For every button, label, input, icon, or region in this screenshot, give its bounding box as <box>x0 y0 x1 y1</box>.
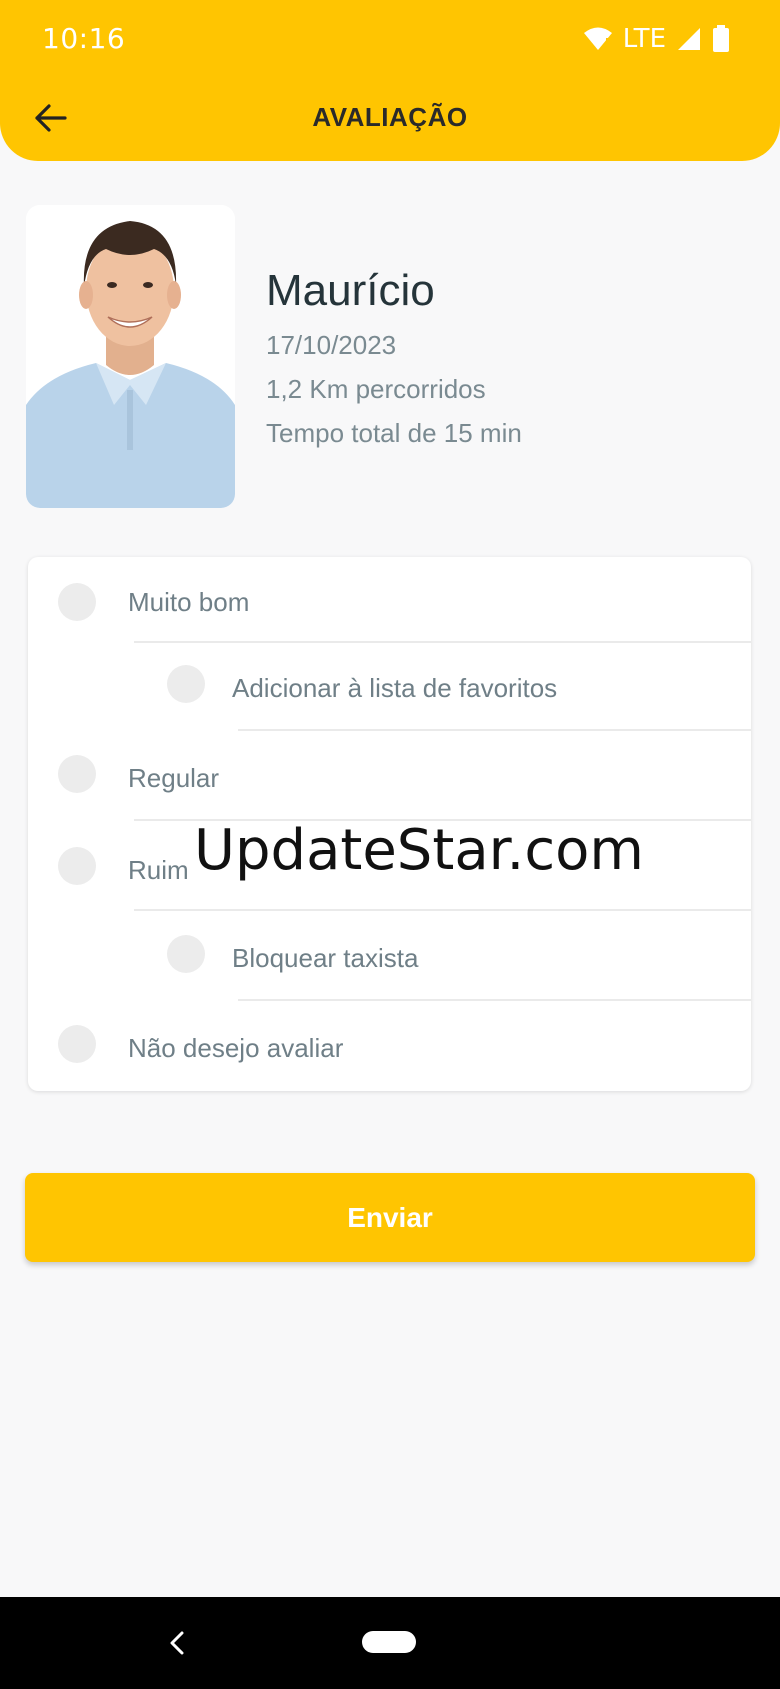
battery-icon <box>713 25 729 52</box>
radio-favoritos[interactable] <box>167 665 205 703</box>
submit-button[interactable]: Enviar <box>25 1173 755 1262</box>
radio-regular[interactable] <box>58 755 96 793</box>
divider <box>134 641 751 643</box>
radio-ruim[interactable] <box>58 847 96 885</box>
nav-back-button[interactable] <box>162 1623 192 1663</box>
option-label-nao-avaliar: Não desejo avaliar <box>128 1033 344 1063</box>
app-header: 10:16 LTE AVALIAÇÃO <box>0 0 780 161</box>
divider <box>134 909 751 911</box>
rating-screen: 10:16 LTE AVALIAÇÃO Maurício 17/10/2023 … <box>0 0 780 1689</box>
signal-icon <box>678 28 700 50</box>
option-label-muito-bom: Muito bom <box>128 587 250 617</box>
nav-home-pill[interactable] <box>362 1631 416 1653</box>
page-title: AVALIAÇÃO <box>312 102 468 132</box>
system-nav-bar <box>0 1597 780 1689</box>
option-favoritos[interactable]: Adicionar à lista de favoritos <box>28 657 751 717</box>
divider <box>238 729 751 731</box>
option-muito-bom[interactable]: Muito bom <box>28 573 751 633</box>
option-label-ruim: Ruim <box>128 855 189 885</box>
divider <box>238 999 751 1001</box>
option-regular[interactable]: Regular <box>28 747 751 807</box>
status-time: 10:16 <box>42 22 126 55</box>
status-icons: LTE <box>583 22 730 56</box>
driver-avatar <box>26 205 235 508</box>
network-type: LTE <box>622 24 666 54</box>
radio-bloquear[interactable] <box>167 935 205 973</box>
driver-name: Maurício <box>266 266 435 315</box>
option-nao-avaliar[interactable]: Não desejo avaliar <box>28 1017 751 1077</box>
option-bloquear[interactable]: Bloquear taxista <box>28 927 751 987</box>
option-label-favoritos: Adicionar à lista de favoritos <box>232 673 558 703</box>
option-label-bloquear: Bloquear taxista <box>232 943 419 973</box>
driver-photo <box>26 205 235 508</box>
watermark: UpdateStar.com <box>194 818 644 883</box>
chevron-left-icon <box>170 1631 184 1655</box>
trip-duration: Tempo total de 15 min <box>266 418 522 448</box>
radio-nao-avaliar[interactable] <box>58 1025 96 1063</box>
option-label-regular: Regular <box>128 763 220 793</box>
wifi-icon <box>583 27 612 50</box>
trip-distance: 1,2 Km percorridos <box>266 374 486 404</box>
trip-date: 17/10/2023 <box>266 330 397 360</box>
radio-muito-bom[interactable] <box>58 583 96 621</box>
